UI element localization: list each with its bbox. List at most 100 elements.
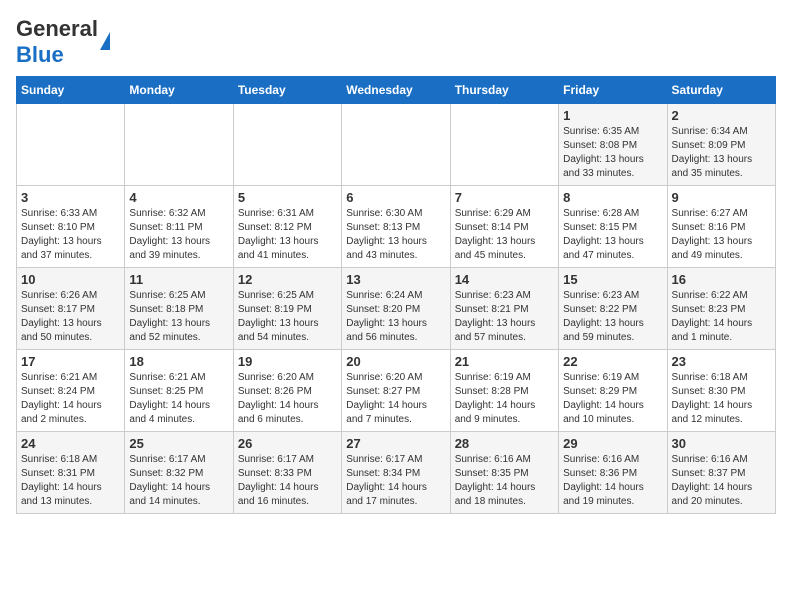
day-info: Sunrise: 6:16 AM Sunset: 8:35 PM Dayligh… bbox=[455, 453, 554, 509]
calendar-cell bbox=[342, 104, 450, 186]
weekday-header-monday: Monday bbox=[125, 77, 233, 104]
calendar-cell: 20Sunrise: 6:20 AM Sunset: 8:27 PM Dayli… bbox=[342, 350, 450, 432]
calendar-cell: 29 Sunrise: 6:16 AM Sunset: 8:36 PM Dayli… bbox=[559, 432, 667, 514]
calendar-week-row: 3 Sunrise: 6:33 AM Sunset: 8:10 PM Daylig… bbox=[17, 186, 776, 268]
calendar-cell: 16Sunrise: 6:22 AM Sunset: 8:23 PM Dayli… bbox=[667, 268, 775, 350]
day-info: Sunrise: 6:29 AM Sunset: 8:14 PM Dayligh… bbox=[455, 207, 554, 263]
calendar-cell: 25 Sunrise: 6:17 AM Sunset: 8:32 PM Dayli… bbox=[125, 432, 233, 514]
day-number: 6 bbox=[346, 190, 445, 205]
calendar-cell: 18 Sunrise: 6:21 AM Sunset: 8:25 PM Dayli… bbox=[125, 350, 233, 432]
day-number: 15 bbox=[563, 272, 662, 287]
calendar-cell: 4 Sunrise: 6:32 AM Sunset: 8:11 PM Daylig… bbox=[125, 186, 233, 268]
weekday-header-saturday: Saturday bbox=[667, 77, 775, 104]
calendar-cell: 2 Sunrise: 6:34 AM Sunset: 8:09 PM Daylig… bbox=[667, 104, 775, 186]
day-info: Sunrise: 6:17 AM Sunset: 8:33 PM Dayligh… bbox=[238, 453, 337, 509]
day-info: Sunrise: 6:30 AM Sunset: 8:13 PM Dayligh… bbox=[346, 207, 445, 263]
calendar-cell bbox=[17, 104, 125, 186]
day-number: 9 bbox=[672, 190, 771, 205]
calendar-cell: 14Sunrise: 6:23 AM Sunset: 8:21 PM Dayli… bbox=[450, 268, 558, 350]
day-info: Sunrise: 6:17 AM Sunset: 8:32 PM Dayligh… bbox=[129, 453, 228, 509]
calendar-cell: 5 Sunrise: 6:31 AM Sunset: 8:12 PM Daylig… bbox=[233, 186, 341, 268]
calendar-week-row: 10 Sunrise: 6:26 AM Sunset: 8:17 PM Dayli… bbox=[17, 268, 776, 350]
day-info: Sunrise: 6:31 AM Sunset: 8:12 PM Dayligh… bbox=[238, 207, 337, 263]
day-info: Sunrise: 6:19 AM Sunset: 8:29 PM Dayligh… bbox=[563, 371, 662, 427]
calendar-cell: 3 Sunrise: 6:33 AM Sunset: 8:10 PM Daylig… bbox=[17, 186, 125, 268]
day-info: Sunrise: 6:25 AM Sunset: 8:18 PM Dayligh… bbox=[129, 289, 228, 345]
page-header: General Blue bbox=[16, 16, 776, 68]
day-info: Sunrise: 6:20 AM Sunset: 8:26 PM Dayligh… bbox=[238, 371, 337, 427]
day-number: 16 bbox=[672, 272, 771, 287]
day-info: Sunrise: 6:17 AM Sunset: 8:34 PM Dayligh… bbox=[346, 453, 445, 509]
calendar-cell bbox=[450, 104, 558, 186]
calendar-week-row: 1Sunrise: 6:35 AM Sunset: 8:08 PM Daylig… bbox=[17, 104, 776, 186]
day-number: 23 bbox=[672, 354, 771, 369]
calendar-cell: 19 Sunrise: 6:20 AM Sunset: 8:26 PM Dayli… bbox=[233, 350, 341, 432]
day-number: 19 bbox=[238, 354, 337, 369]
calendar-cell: 8 Sunrise: 6:28 AM Sunset: 8:15 PM Daylig… bbox=[559, 186, 667, 268]
day-number: 18 bbox=[129, 354, 228, 369]
day-info: Sunrise: 6:16 AM Sunset: 8:37 PM Dayligh… bbox=[672, 453, 771, 509]
calendar-header-row: SundayMondayTuesdayWednesdayThursdayFrid… bbox=[17, 77, 776, 104]
logo-icon: General Blue bbox=[16, 16, 110, 68]
day-number: 17 bbox=[21, 354, 120, 369]
calendar-cell: 28 Sunrise: 6:16 AM Sunset: 8:35 PM Dayli… bbox=[450, 432, 558, 514]
day-number: 11 bbox=[129, 272, 228, 287]
calendar-cell: 7 Sunrise: 6:29 AM Sunset: 8:14 PM Daylig… bbox=[450, 186, 558, 268]
weekday-header-sunday: Sunday bbox=[17, 77, 125, 104]
calendar-cell: 15 Sunrise: 6:23 AM Sunset: 8:22 PM Dayli… bbox=[559, 268, 667, 350]
calendar-cell: 23 Sunrise: 6:18 AM Sunset: 8:30 PM Dayli… bbox=[667, 350, 775, 432]
calendar-table: SundayMondayTuesdayWednesdayThursdayFrid… bbox=[16, 76, 776, 514]
calendar-cell: 1Sunrise: 6:35 AM Sunset: 8:08 PM Daylig… bbox=[559, 104, 667, 186]
day-info: Sunrise: 6:23 AM Sunset: 8:22 PM Dayligh… bbox=[563, 289, 662, 345]
day-info: Sunrise: 6:21 AM Sunset: 8:25 PM Dayligh… bbox=[129, 371, 228, 427]
day-number: 30 bbox=[672, 436, 771, 451]
calendar-week-row: 24 Sunrise: 6:18 AM Sunset: 8:31 PM Dayli… bbox=[17, 432, 776, 514]
calendar-cell bbox=[125, 104, 233, 186]
calendar-cell: 12 Sunrise: 6:25 AM Sunset: 8:19 PM Dayli… bbox=[233, 268, 341, 350]
day-number: 3 bbox=[21, 190, 120, 205]
day-number: 12 bbox=[238, 272, 337, 287]
calendar-cell: 9Sunrise: 6:27 AM Sunset: 8:16 PM Daylig… bbox=[667, 186, 775, 268]
day-number: 28 bbox=[455, 436, 554, 451]
day-info: Sunrise: 6:25 AM Sunset: 8:19 PM Dayligh… bbox=[238, 289, 337, 345]
day-info: Sunrise: 6:33 AM Sunset: 8:10 PM Dayligh… bbox=[21, 207, 120, 263]
day-info: Sunrise: 6:34 AM Sunset: 8:09 PM Dayligh… bbox=[672, 125, 771, 181]
day-number: 7 bbox=[455, 190, 554, 205]
weekday-header-tuesday: Tuesday bbox=[233, 77, 341, 104]
day-number: 5 bbox=[238, 190, 337, 205]
calendar-cell: 11 Sunrise: 6:25 AM Sunset: 8:18 PM Dayli… bbox=[125, 268, 233, 350]
day-info: Sunrise: 6:16 AM Sunset: 8:36 PM Dayligh… bbox=[563, 453, 662, 509]
day-number: 13 bbox=[346, 272, 445, 287]
day-info: Sunrise: 6:28 AM Sunset: 8:15 PM Dayligh… bbox=[563, 207, 662, 263]
day-info: Sunrise: 6:26 AM Sunset: 8:17 PM Dayligh… bbox=[21, 289, 120, 345]
calendar-cell: 17Sunrise: 6:21 AM Sunset: 8:24 PM Dayli… bbox=[17, 350, 125, 432]
calendar-cell: 22 Sunrise: 6:19 AM Sunset: 8:29 PM Dayli… bbox=[559, 350, 667, 432]
day-number: 29 bbox=[563, 436, 662, 451]
calendar-cell: 21 Sunrise: 6:19 AM Sunset: 8:28 PM Dayli… bbox=[450, 350, 558, 432]
calendar-cell bbox=[233, 104, 341, 186]
calendar-cell: 26Sunrise: 6:17 AM Sunset: 8:33 PM Dayli… bbox=[233, 432, 341, 514]
weekday-header-friday: Friday bbox=[559, 77, 667, 104]
day-number: 20 bbox=[346, 354, 445, 369]
day-number: 2 bbox=[672, 108, 771, 123]
day-info: Sunrise: 6:24 AM Sunset: 8:20 PM Dayligh… bbox=[346, 289, 445, 345]
weekday-header-thursday: Thursday bbox=[450, 77, 558, 104]
day-number: 25 bbox=[129, 436, 228, 451]
day-number: 8 bbox=[563, 190, 662, 205]
day-info: Sunrise: 6:32 AM Sunset: 8:11 PM Dayligh… bbox=[129, 207, 228, 263]
day-number: 22 bbox=[563, 354, 662, 369]
calendar-cell: 13 Sunrise: 6:24 AM Sunset: 8:20 PM Dayli… bbox=[342, 268, 450, 350]
logo: General Blue bbox=[16, 16, 110, 68]
day-number: 24 bbox=[21, 436, 120, 451]
day-info: Sunrise: 6:23 AM Sunset: 8:21 PM Dayligh… bbox=[455, 289, 554, 345]
calendar-cell: 10 Sunrise: 6:26 AM Sunset: 8:17 PM Dayli… bbox=[17, 268, 125, 350]
day-info: Sunrise: 6:18 AM Sunset: 8:31 PM Dayligh… bbox=[21, 453, 120, 509]
logo-triangle-icon bbox=[100, 32, 110, 50]
day-number: 10 bbox=[21, 272, 120, 287]
day-info: Sunrise: 6:19 AM Sunset: 8:28 PM Dayligh… bbox=[455, 371, 554, 427]
calendar-cell: 30 Sunrise: 6:16 AM Sunset: 8:37 PM Dayli… bbox=[667, 432, 775, 514]
day-number: 4 bbox=[129, 190, 228, 205]
day-number: 21 bbox=[455, 354, 554, 369]
day-info: Sunrise: 6:18 AM Sunset: 8:30 PM Dayligh… bbox=[672, 371, 771, 427]
day-number: 1 bbox=[563, 108, 662, 123]
